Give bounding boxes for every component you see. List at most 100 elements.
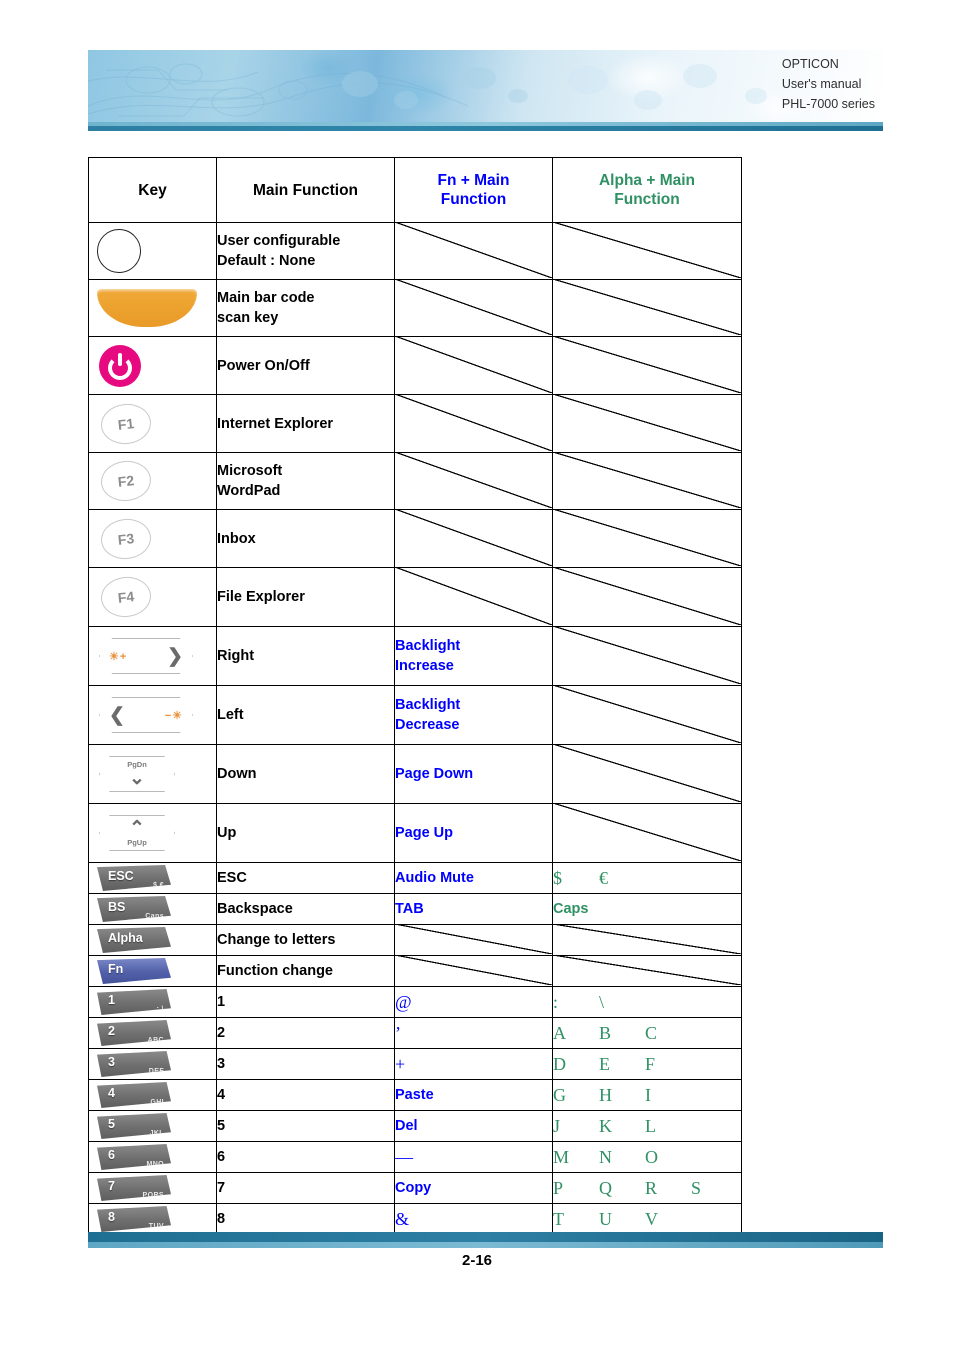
alpha-function-cell-empty (552, 222, 742, 280)
num5-key-icon: 5 JKL (97, 1113, 171, 1139)
chevron-right-icon: ❯ (167, 645, 183, 667)
alpha-header-line2: Function (614, 191, 680, 208)
num-key-sublabel: : \ (156, 1006, 164, 1013)
alpha-function-cell-empty (552, 626, 742, 686)
fn-function-cell-empty (394, 567, 553, 627)
key-cell: 1 : \ (88, 986, 217, 1018)
main-function-line1: Microsoft (217, 463, 283, 479)
footer-rule-dark (88, 1232, 883, 1242)
round-blank-key-icon (97, 229, 141, 273)
main-function-cell: Internet Explorer (216, 394, 395, 453)
main-function-line1: Main bar code (217, 290, 315, 306)
fn-header-line1: Fn + Main (437, 172, 510, 189)
alpha-char: U (599, 1209, 612, 1229)
alpha-char: B (599, 1023, 612, 1043)
num-key-sublabel: PQRS (142, 1192, 164, 1199)
up-arrow-key-icon: ⌃ PgUp (99, 815, 175, 851)
alpha-key-icon: Alpha (97, 927, 171, 953)
bs-key-sublabel: Caps (145, 913, 164, 920)
key-cell: 3 DEF (88, 1048, 217, 1080)
num-key-sublabel: ABC (147, 1037, 164, 1044)
alpha-char: I (645, 1085, 651, 1105)
table-row: ☀+ ❯ Right Backlight Increase (88, 626, 742, 686)
num-key-label: 6 (108, 1148, 115, 1162)
chevron-left-icon: ❮ (109, 704, 125, 726)
main-function-cell: Microsoft WordPad (216, 452, 395, 510)
main-function-line2: WordPad (217, 483, 281, 499)
key-cell (88, 336, 217, 395)
table-row: ⌃ PgUp Up Page Up (88, 803, 742, 863)
alpha-char: T (553, 1209, 564, 1229)
fn-function-cell: ’ (394, 1017, 553, 1049)
column-header-alpha-main-function: Alpha + Main Function (552, 157, 742, 223)
table-row: 2 ABC 2 ’ A B C (88, 1017, 742, 1049)
fn-function-cell: @ (394, 986, 553, 1018)
num-key-label: 3 (108, 1055, 115, 1069)
f4-key-icon: F4 (99, 574, 153, 620)
alpha-char: E (599, 1054, 610, 1074)
fn-function-cell: Page Down (394, 744, 553, 804)
backlight-increase-icon: ☀+ (109, 650, 128, 663)
f3-key-icon: F3 (99, 515, 153, 562)
key-cell: ESC $ € (88, 862, 217, 894)
num-key-sublabel: TUV (148, 1223, 164, 1230)
header-banner: OPTICON User's manual PHL-7000 series (88, 50, 883, 126)
num-key-label: 2 (108, 1024, 115, 1038)
table-row: Fn Function change (88, 955, 742, 987)
key-cell: 2 ABC (88, 1017, 217, 1049)
bs-key-label: BS (108, 900, 126, 914)
column-header-main-function: Main Function (216, 157, 395, 223)
table-row: ESC $ € ESC Audio Mute $ € (88, 862, 742, 894)
alpha-char: M (553, 1147, 570, 1167)
num-key-sublabel: JKL (149, 1130, 164, 1137)
key-cell: 8 TUV (88, 1203, 217, 1235)
fn-function-cell: Backlight Decrease (394, 685, 553, 745)
key-cell (88, 222, 217, 280)
num-key-label: 8 (108, 1210, 115, 1224)
main-function-cell: ESC (216, 862, 395, 894)
fn-function-cell: Copy (394, 1172, 553, 1204)
header-text-block: OPTICON User's manual PHL-7000 series (782, 54, 875, 114)
num-key-label: 7 (108, 1179, 115, 1193)
alpha-char: H (599, 1085, 612, 1105)
table-row: BS Caps Backspace TAB Caps (88, 893, 742, 925)
alpha-char: C (645, 1023, 658, 1043)
table-row: 6 MNO 6 — M N O (88, 1141, 742, 1173)
table-row: 3 DEF 3 + D E F (88, 1048, 742, 1080)
alpha-key-label: Alpha (108, 931, 143, 945)
main-function-cell: 4 (216, 1079, 395, 1111)
key-cell: 7 PQRS (88, 1172, 217, 1204)
table-header-row: Key Main Function Fn + Main Function Alp… (88, 157, 742, 223)
table-row: 1 : \ 1 @ : \ (88, 986, 742, 1018)
banner-decoration-icon (88, 63, 767, 117)
alpha-function-cell-empty (552, 336, 742, 395)
alpha-char: S (691, 1178, 702, 1198)
key-cell (88, 279, 217, 337)
table-row: F4 File Explorer (88, 567, 742, 627)
alpha-function-cell: Caps (552, 893, 742, 925)
fn-function-cell-empty (394, 452, 553, 510)
num-key-sublabel: DEF (148, 1068, 164, 1075)
main-function-cell: Main bar code scan key (216, 279, 395, 337)
main-function-cell: Inbox (216, 509, 395, 568)
main-function-cell: 1 (216, 986, 395, 1018)
right-arrow-key-icon: ☀+ ❯ (99, 638, 193, 674)
fn-function-cell: Page Up (394, 803, 553, 863)
fn-function-cell: Backlight Increase (394, 626, 553, 686)
fn-line2: Increase (395, 658, 454, 674)
key-cell: 5 JKL (88, 1110, 217, 1142)
model-name: PHL-7000 series (781, 97, 875, 111)
fn-function-cell: Paste (394, 1079, 553, 1111)
alpha-char: D (553, 1054, 566, 1074)
doc-type: User's manual (781, 77, 862, 91)
num-key-label: 5 (108, 1117, 115, 1131)
main-function-cell: 6 (216, 1141, 395, 1173)
esc-key-label: ESC (108, 869, 134, 883)
alpha-function-cell: J K L (552, 1110, 742, 1142)
alpha-char: : (553, 992, 559, 1012)
fn-line1: Backlight (395, 638, 461, 654)
key-cell: 6 MNO (88, 1141, 217, 1173)
main-function-line2: Default : None (217, 253, 316, 269)
key-cell: PgDn ⌄ (88, 744, 217, 804)
backspace-key-icon: BS Caps (97, 896, 171, 922)
